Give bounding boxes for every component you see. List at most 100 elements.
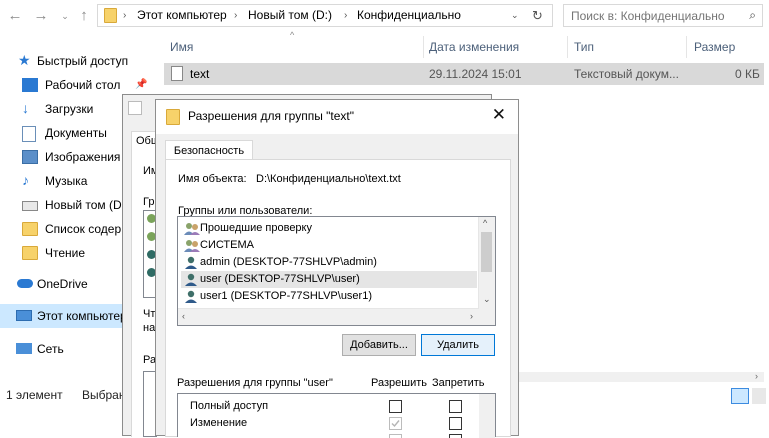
user-name: Прошедшие проверку xyxy=(200,222,312,234)
permission-name: Изменение xyxy=(190,417,248,429)
remove-button[interactable]: Удалить xyxy=(421,334,495,356)
nav-reading-folder[interactable]: Чтение xyxy=(0,241,125,265)
search-icon[interactable]: ⌕ xyxy=(749,8,756,23)
search-input[interactable] xyxy=(564,5,741,26)
scroll-up-icon[interactable]: ^ xyxy=(483,218,487,228)
deny-checkbox-partial xyxy=(449,434,462,438)
up-arrow-icon[interactable]: ↑ xyxy=(73,5,95,27)
vertical-scrollbar[interactable] xyxy=(479,394,495,438)
nav-label: Изображения xyxy=(45,150,121,164)
breadcrumb-separator-icon: › xyxy=(123,10,127,21)
list-item-selected[interactable]: user (DESKTOP-77SHLVP\user) xyxy=(181,271,477,288)
user-list[interactable]: Прошедшие проверку СИСТЕМА admin (DESKTO… xyxy=(177,216,496,326)
file-size: 0 КБ xyxy=(735,67,760,81)
list-item[interactable]: СИСТЕМА xyxy=(181,237,477,254)
scroll-down-icon[interactable]: ⌄ xyxy=(483,294,491,305)
window-icon xyxy=(128,101,142,115)
nav-quick-access[interactable]: ★ Быстрый доступ xyxy=(0,49,128,73)
group-icon xyxy=(184,239,200,252)
object-name-label: Имя объекта: xyxy=(178,173,247,185)
permission-name: Полный доступ xyxy=(190,400,269,412)
sort-up-icon: ^ xyxy=(290,30,295,40)
label-change-partial: Чт xyxy=(143,308,156,320)
file-date: 29.11.2024 15:01 xyxy=(429,67,522,81)
deny-checkbox[interactable] xyxy=(449,417,462,430)
dialog-titlebar[interactable]: Разрешения для группы "text" ✕ xyxy=(156,100,518,134)
nav-label: Загрузки xyxy=(45,102,94,116)
back-arrow-icon[interactable]: ← xyxy=(4,5,26,27)
music-icon: ♪ xyxy=(22,172,29,188)
close-icon[interactable]: ✕ xyxy=(492,105,506,125)
column-date[interactable]: Дата изменения xyxy=(429,35,519,59)
list-item[interactable]: admin (DESKTOP-77SHLVP\admin) xyxy=(181,254,477,271)
user-icon xyxy=(184,290,198,303)
breadcrumb-volume[interactable]: Новый том (D:) xyxy=(248,5,332,26)
scroll-thumb[interactable] xyxy=(481,232,492,272)
dialog-title: Разрешения для группы "text" xyxy=(188,109,355,123)
horizontal-scrollbar[interactable]: ‹ › xyxy=(178,308,479,325)
user-name: user1 (DESKTOP-77SHLVP\user1) xyxy=(200,290,372,302)
column-name[interactable]: Имя xyxy=(170,35,193,59)
label-press-partial: на xyxy=(143,322,156,334)
horizontal-scrollbar[interactable] xyxy=(518,372,764,382)
object-path: D:\Конфиденциально\text.txt xyxy=(256,173,401,185)
user-icon xyxy=(184,273,198,286)
nav-label: Этот компьютер xyxy=(37,309,127,323)
allow-column-label: Разрешить xyxy=(371,377,427,389)
user-name: СИСТЕМА xyxy=(200,239,254,251)
scroll-left-icon[interactable]: ‹ xyxy=(182,311,185,321)
column-divider[interactable] xyxy=(686,36,687,58)
nav-this-pc[interactable]: Этот компьютер xyxy=(0,304,127,328)
column-divider[interactable] xyxy=(423,36,424,58)
allow-checkbox-checked xyxy=(389,417,402,430)
nav-label: Документы xyxy=(45,126,107,140)
address-bar[interactable]: › Этот компьютер › Новый том (D:) › Конф… xyxy=(97,4,553,27)
nav-onedrive[interactable]: OneDrive xyxy=(0,272,125,296)
computer-icon xyxy=(16,310,32,321)
nav-label: OneDrive xyxy=(37,277,88,291)
file-type: Текстовый докум... xyxy=(574,67,679,81)
breadcrumb-separator-icon: › xyxy=(344,10,348,21)
tiles-view-icon[interactable] xyxy=(752,388,766,404)
list-item[interactable]: Прошедшие проверку xyxy=(181,220,477,237)
nav-label: Рабочий стол xyxy=(45,78,121,92)
nav-desktop[interactable]: Рабочий стол 📌 xyxy=(0,73,147,97)
user-icon xyxy=(184,256,198,269)
folder-icon xyxy=(22,222,38,236)
nav-new-volume[interactable]: Новый том (D xyxy=(0,193,125,217)
tab-security[interactable]: Безопасность xyxy=(165,140,253,160)
file-row[interactable]: text 29.11.2024 15:01 Текстовый докум...… xyxy=(164,63,764,85)
nav-list-folder[interactable]: Список содер xyxy=(0,217,125,241)
list-item[interactable]: user1 (DESKTOP-77SHLVP\user1) xyxy=(181,288,477,305)
folder-icon xyxy=(166,109,180,125)
nav-downloads[interactable]: ↓ Загрузки xyxy=(0,97,125,121)
deny-checkbox[interactable] xyxy=(449,400,462,413)
breadcrumb-separator-icon: › xyxy=(234,10,238,21)
allow-checkbox[interactable] xyxy=(389,400,402,413)
nav-network[interactable]: Сеть xyxy=(0,337,125,361)
nav-documents[interactable]: Документы xyxy=(0,121,125,145)
folder-icon xyxy=(22,246,38,260)
folder-icon xyxy=(104,8,117,23)
forward-arrow-icon[interactable]: → xyxy=(30,5,52,27)
nav-pictures[interactable]: Изображения xyxy=(0,145,125,169)
column-size[interactable]: Размер xyxy=(694,35,735,59)
details-view-icon[interactable] xyxy=(731,388,749,404)
breadcrumb-this-pc[interactable]: Этот компьютер xyxy=(137,5,227,26)
file-name: text xyxy=(190,67,210,81)
download-icon: ↓ xyxy=(22,100,29,116)
vertical-scrollbar[interactable]: ^ ⌄ xyxy=(478,217,495,325)
search-box[interactable]: ⌕ xyxy=(563,4,763,27)
nav-label: Сеть xyxy=(37,342,64,356)
column-divider[interactable] xyxy=(567,36,568,58)
add-button[interactable]: Добавить... xyxy=(342,334,416,356)
address-dropdown-icon[interactable]: ⌄ xyxy=(511,5,519,26)
column-type[interactable]: Тип xyxy=(574,35,594,59)
breadcrumb-folder[interactable]: Конфиденциально xyxy=(357,5,461,26)
refresh-icon[interactable]: ↻ xyxy=(532,5,543,26)
scroll-right-icon[interactable]: › xyxy=(470,311,473,321)
permissions-dialog: Разрешения для группы "text" ✕ Безопасно… xyxy=(155,99,519,438)
text-file-icon xyxy=(171,66,183,81)
scroll-right-icon[interactable]: › xyxy=(755,371,758,381)
nav-music[interactable]: ♪ Музыка xyxy=(0,169,125,193)
